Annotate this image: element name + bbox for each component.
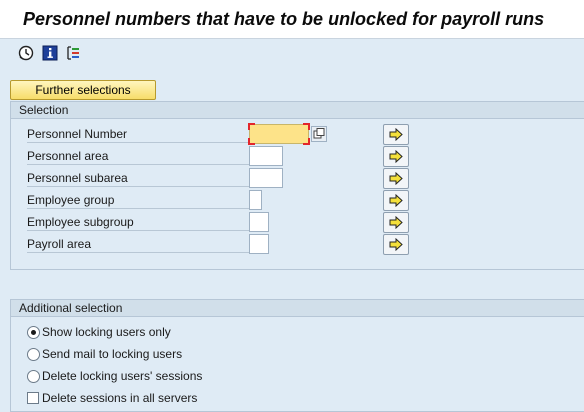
payroll-area-input[interactable]	[249, 234, 269, 254]
title-bar: Personnel numbers that have to be unlock…	[0, 0, 584, 39]
delete-all-servers-label: Delete sessions in all servers	[42, 391, 198, 405]
employee-subgroup-input[interactable]	[249, 212, 269, 232]
application-toolbar	[0, 39, 584, 67]
personnel-subarea-multiselect-button[interactable]	[383, 168, 409, 189]
send-mail-radio[interactable]	[27, 348, 40, 361]
delete-sessions-radio[interactable]	[27, 370, 40, 383]
employee-group-multiselect-button[interactable]	[383, 190, 409, 211]
show-locking-users-radio[interactable]	[27, 326, 40, 339]
personnel-number-input[interactable]	[248, 123, 310, 145]
personnel-subarea-input[interactable]	[249, 168, 283, 188]
selection-group-header: Selection	[11, 102, 584, 119]
field-row-personnel-subarea: Personnel subarea	[27, 168, 567, 189]
personnel-area-input[interactable]	[249, 146, 283, 166]
information-icon[interactable]	[42, 45, 58, 61]
show-locking-users-label: Show locking users only	[42, 325, 171, 339]
personnel-subarea-label: Personnel subarea	[27, 171, 249, 187]
selection-group: Selection Personnel Number Personnel are…	[10, 101, 584, 270]
payroll-area-multiselect-button[interactable]	[383, 234, 409, 255]
field-row-employee-group: Employee group	[27, 190, 567, 211]
additional-selection-group: Additional selection Show locking users …	[10, 299, 584, 412]
page-title: Personnel numbers that have to be unlock…	[23, 9, 545, 29]
personnel-number-multiselect-button[interactable]	[383, 124, 409, 145]
delete-all-servers-checkbox[interactable]	[27, 392, 39, 404]
multiple-selection-icon[interactable]	[311, 126, 327, 142]
field-row-payroll-area: Payroll area	[27, 234, 567, 255]
additional-selection-header: Additional selection	[11, 300, 584, 317]
delete-sessions-label: Delete locking users' sessions	[42, 369, 203, 383]
employee-group-input[interactable]	[249, 190, 262, 210]
further-selections-button[interactable]: Further selections	[10, 80, 156, 100]
employee-subgroup-label: Employee subgroup	[27, 215, 249, 231]
field-row-employee-subgroup: Employee subgroup	[27, 212, 567, 233]
send-mail-label: Send mail to locking users	[42, 347, 183, 361]
employee-subgroup-multiselect-button[interactable]	[383, 212, 409, 233]
personnel-area-label: Personnel area	[27, 149, 249, 165]
execute-clock-icon[interactable]	[18, 45, 34, 61]
selection-options-icon[interactable]	[66, 45, 82, 61]
personnel-number-label: Personnel Number	[27, 127, 249, 143]
personnel-area-multiselect-button[interactable]	[383, 146, 409, 167]
field-row-personnel-area: Personnel area	[27, 146, 567, 167]
field-row-personnel-number: Personnel Number	[27, 123, 567, 145]
employee-group-label: Employee group	[27, 193, 249, 209]
payroll-area-label: Payroll area	[27, 237, 249, 253]
